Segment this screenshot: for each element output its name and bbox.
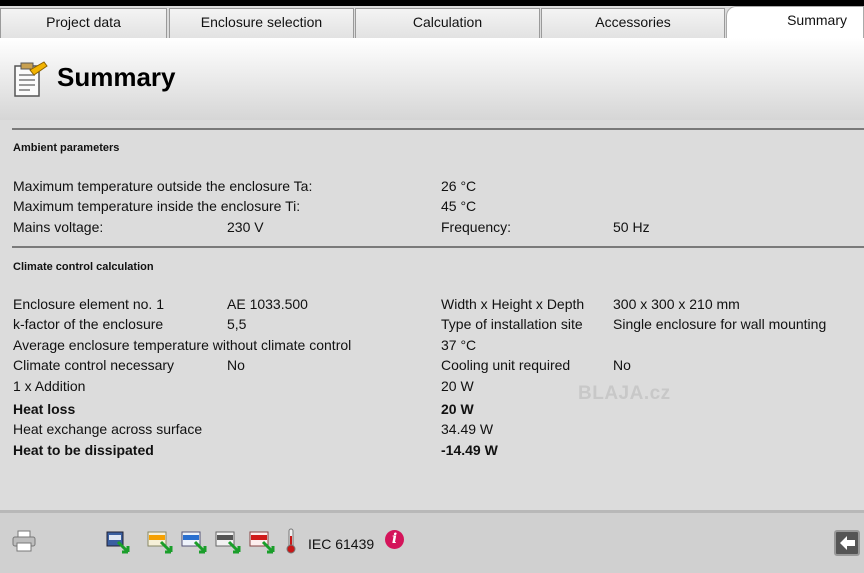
cooling-unit-label: Cooling unit required bbox=[441, 357, 571, 373]
enclosure-element-label: Enclosure element no. 1 bbox=[13, 296, 164, 312]
divider bbox=[12, 246, 864, 248]
heat-exchange-label: Heat exchange across surface bbox=[13, 421, 203, 437]
heat-dissipated-label: Heat to be dissipated bbox=[13, 442, 154, 458]
tab-label: Accessories bbox=[595, 14, 671, 30]
back-button[interactable] bbox=[834, 530, 860, 556]
mains-voltage-label: Mains voltage: bbox=[13, 219, 104, 235]
tab-project-data[interactable]: Project data bbox=[0, 8, 167, 38]
tab-summary[interactable]: Summary bbox=[726, 6, 864, 39]
thermometer-icon[interactable] bbox=[283, 528, 299, 554]
export-xml-icon[interactable] bbox=[147, 530, 175, 554]
dimensions-value: 300 x 300 x 210 mm bbox=[613, 296, 740, 312]
avg-temperature-label: Average enclosure temperature without cl… bbox=[13, 337, 352, 353]
section-heading-climate: Climate control calculation bbox=[13, 261, 154, 273]
iec-standard-label: IEC 61439 bbox=[308, 536, 375, 552]
installation-site-label: Type of installation site bbox=[441, 316, 583, 332]
heat-loss-value: 20 W bbox=[441, 401, 474, 417]
k-factor-value: 5,5 bbox=[227, 316, 247, 332]
frequency-label: Frequency: bbox=[441, 219, 512, 235]
max-outside-label: Maximum temperature outside the enclosur… bbox=[13, 178, 313, 194]
climate-necessary-label: Climate control necessary bbox=[13, 357, 175, 373]
mains-voltage-value: 230 V bbox=[227, 219, 264, 235]
installation-site-value: Single enclosure for wall mounting bbox=[613, 316, 827, 332]
k-factor-label: k-factor of the enclosure bbox=[13, 316, 164, 332]
section-heading-ambient: Ambient parameters bbox=[13, 142, 120, 154]
avg-temperature-value: 37 °C bbox=[441, 337, 477, 353]
divider bbox=[12, 128, 864, 130]
max-inside-value: 45 °C bbox=[441, 198, 477, 214]
tab-label: Project data bbox=[46, 14, 121, 30]
tab-label: Summary bbox=[787, 12, 847, 28]
addition-value: 20 W bbox=[441, 378, 474, 394]
tab-accessories[interactable]: Accessories bbox=[541, 8, 725, 38]
climate-necessary-value: No bbox=[227, 357, 245, 373]
info-icon[interactable]: i bbox=[385, 530, 404, 549]
tab-label: Enclosure selection bbox=[200, 14, 323, 30]
tab-label: Calculation bbox=[412, 14, 483, 30]
export-txt-icon[interactable] bbox=[215, 530, 243, 554]
clipboard-icon bbox=[14, 61, 48, 97]
tab-enclosure-selection[interactable]: Enclosure selection bbox=[169, 8, 354, 38]
heat-exchange-value: 34.49 W bbox=[441, 421, 494, 437]
max-outside-value: 26 °C bbox=[441, 178, 477, 194]
export-pdf-icon[interactable] bbox=[249, 530, 277, 554]
tab-calculation[interactable]: Calculation bbox=[355, 8, 540, 38]
export-sim-icon[interactable] bbox=[106, 530, 132, 554]
print-icon[interactable] bbox=[12, 530, 36, 552]
page-title: Summary bbox=[57, 62, 176, 92]
watermark: BLAJA.cz bbox=[578, 383, 671, 404]
frequency-value: 50 Hz bbox=[613, 219, 650, 235]
tab-bar: Project data Enclosure selection Calcula… bbox=[0, 6, 864, 43]
cooling-unit-value: No bbox=[613, 357, 631, 373]
dimensions-label: Width x Height x Depth bbox=[441, 296, 585, 312]
max-inside-label: Maximum temperature inside the enclosure… bbox=[13, 198, 301, 214]
addition-label: 1 x Addition bbox=[13, 378, 86, 394]
back-arrow-icon bbox=[840, 536, 855, 550]
heat-loss-label: Heat loss bbox=[13, 401, 76, 417]
enclosure-element-value: AE 1033.500 bbox=[227, 296, 308, 312]
heat-dissipated-value: -14.49 W bbox=[441, 442, 498, 458]
export-htm-icon[interactable] bbox=[181, 530, 209, 554]
